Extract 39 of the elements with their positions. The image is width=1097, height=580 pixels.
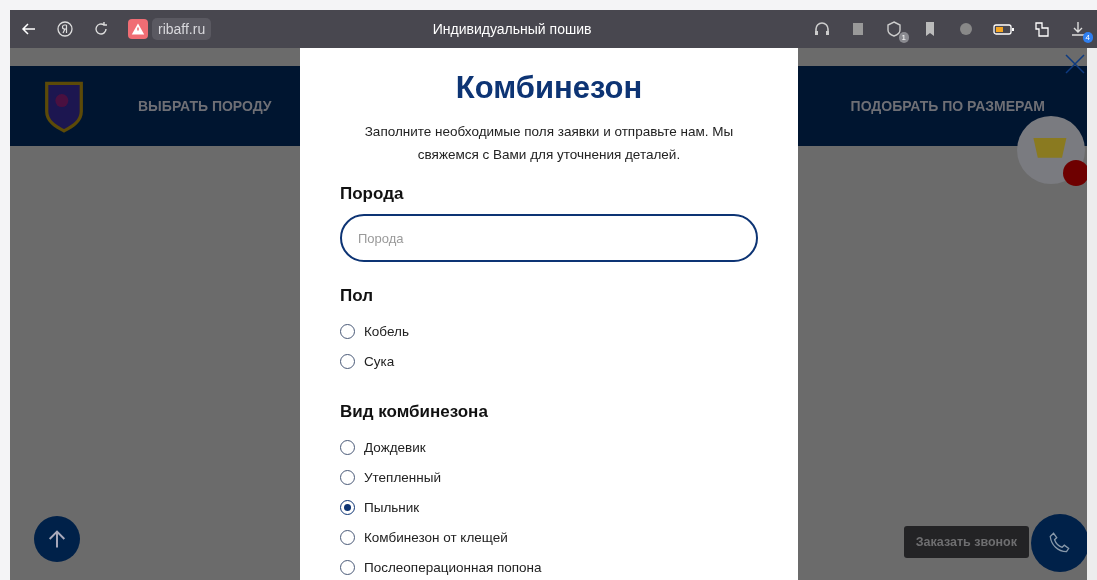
field-label: Порода [340, 184, 405, 204]
radio-option[interactable]: Комбинезон от клещей [340, 522, 758, 552]
option-label: Пыльник [364, 499, 420, 515]
radio-option[interactable]: Кобель [340, 316, 758, 346]
option-label: Дождевик [364, 439, 426, 455]
scroll-up-button[interactable] [34, 516, 80, 562]
close-icon[interactable] [1065, 54, 1085, 74]
radio-option[interactable]: Послеоперационная попона [340, 552, 758, 580]
nav-link[interactable]: ВЫБРАТЬ ПОРОДУ [138, 98, 272, 114]
shield-badge: 1 [898, 32, 909, 43]
exclamation-icon [131, 22, 145, 36]
radio-option[interactable]: Дождевик [340, 432, 758, 462]
radio-option[interactable]: Сука [340, 346, 758, 376]
shield-icon[interactable] [885, 20, 903, 38]
notification-dot [1063, 160, 1089, 186]
call-button[interactable] [1031, 514, 1089, 572]
group-label: Вид комбинезона [340, 402, 489, 422]
group-label: Пол [340, 286, 374, 306]
downloads-badge: 4 [1082, 32, 1093, 43]
nav-link[interactable]: ПОДОБРАТЬ ПО РАЗМЕРАМ [850, 98, 1045, 114]
headphones-icon[interactable] [813, 20, 831, 38]
option-label: Комбинезон от клещей [364, 529, 508, 545]
address-field[interactable]: ribaff.ru [152, 18, 212, 40]
option-label: Кобель [364, 323, 409, 339]
browser-logo-icon[interactable] [56, 20, 74, 38]
reload-icon[interactable] [92, 20, 110, 38]
warning-icon[interactable] [128, 19, 148, 39]
callback-tooltip: Заказать звонок [903, 526, 1029, 558]
radio-option[interactable]: Утепленный [340, 462, 758, 492]
option-label: Утепленный [364, 469, 441, 485]
dialog-intro: Заполните необходимые поля заявки и отправьте нам. Мы свяжемся с Вами для уточнения деталей. [363, 123, 735, 164]
dialog-title: Комбинезон [454, 70, 644, 106]
option-label: Сука [364, 353, 395, 369]
option-label: Послеоперационная попона [364, 559, 542, 575]
arrow-up-icon [46, 528, 68, 550]
extensions-icon[interactable] [1033, 20, 1051, 38]
radio-option[interactable]: Пыльник [340, 492, 758, 522]
breed-input[interactable]: Порода [340, 214, 758, 262]
page-title: Индивидуальный пошив [431, 21, 593, 37]
